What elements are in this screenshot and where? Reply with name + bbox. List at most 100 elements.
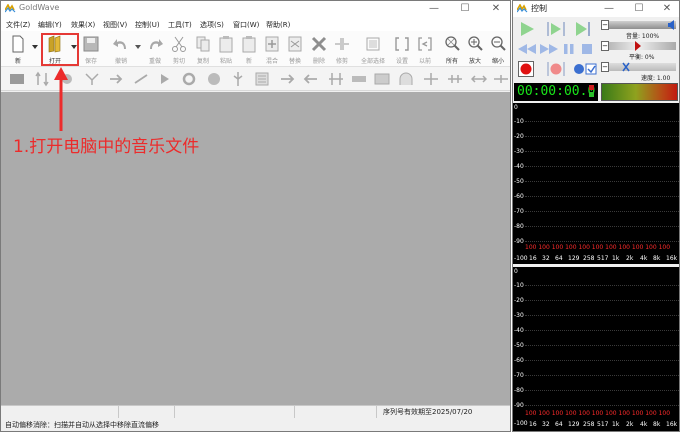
balance-thumb-icon[interactable] <box>635 41 641 51</box>
effect-filter-icon[interactable] <box>206 71 222 87</box>
scope-x-label: 16 <box>529 255 537 262</box>
fast-forward-icon[interactable] <box>538 43 560 55</box>
pause-icon[interactable] <box>563 43 575 55</box>
menu-window[interactable]: 窗口(W) <box>233 20 259 30</box>
status-cell-1 <box>1 406 119 418</box>
volume-minus-button[interactable]: − <box>601 20 609 30</box>
rewind-icon[interactable] <box>516 43 538 55</box>
scope-y-label: -30 <box>514 312 524 319</box>
monitor-options-icon[interactable] <box>573 61 597 77</box>
menu-view[interactable]: 视图(V) <box>103 20 127 30</box>
speed-slider[interactable]: − <box>601 62 676 72</box>
effect-volume-icon[interactable] <box>374 71 390 87</box>
maximize-button[interactable]: ☐ <box>457 2 473 16</box>
scope-y-label: -80 <box>514 387 524 394</box>
zoom-in-icon <box>468 36 483 51</box>
scope-y-label: -70 <box>514 208 524 215</box>
new-file-icon <box>12 35 24 53</box>
effect-gear-icon[interactable] <box>181 71 197 87</box>
redo-button[interactable]: 重做 <box>144 31 166 67</box>
status-bar: 序列号有效期至2025/07/20 自动偏移消除：扫描并自动从选择中移除直流偏移 <box>1 405 510 431</box>
status-cell-2 <box>119 406 175 418</box>
save-button[interactable]: 保存 <box>80 31 102 67</box>
set-bracket-icon <box>395 37 409 51</box>
scope-y-label: -80 <box>514 223 524 230</box>
play-to-end-icon[interactable] <box>574 21 592 37</box>
effect-silence-icon[interactable] <box>423 71 439 87</box>
scope-x-label: 16k <box>666 255 678 262</box>
new-dropdown-icon[interactable] <box>32 45 38 49</box>
control-minimize-button[interactable]: — <box>601 2 617 16</box>
select-all-icon <box>366 37 380 51</box>
effect-split-icon[interactable] <box>447 71 463 87</box>
speed-thumb-icon[interactable] <box>622 62 630 72</box>
control-maximize-button[interactable]: ☐ <box>631 2 647 16</box>
annotation-text: 1.打开电脑中的音乐文件 <box>13 137 200 157</box>
copy-icon <box>196 36 210 52</box>
scope-x-label: 517 <box>597 421 609 428</box>
speed-label: 速度: 1.00 <box>641 75 671 82</box>
effect-pitch-icon[interactable] <box>351 71 367 87</box>
effect-reverse-icon[interactable] <box>303 71 319 87</box>
scope-x-label: 129 <box>568 255 580 262</box>
play-icon[interactable] <box>518 21 536 37</box>
effect-direction-icon[interactable] <box>108 71 124 87</box>
volume-slider[interactable]: − <box>601 20 676 30</box>
cut-button[interactable]: 剪切 <box>168 31 190 67</box>
zoom-out-button[interactable]: 缩小 <box>487 31 509 67</box>
close-button[interactable]: ✕ <box>488 2 504 16</box>
speed-minus-button[interactable]: − <box>601 62 609 72</box>
scope-x-label: 16k <box>666 421 678 428</box>
stop-icon[interactable] <box>581 43 593 55</box>
effect-mono-icon[interactable] <box>84 71 100 87</box>
record-icon[interactable] <box>518 61 534 77</box>
effect-resize-icon[interactable] <box>34 71 50 87</box>
menu-help[interactable]: 帮助(R) <box>266 20 290 30</box>
play-selection-icon[interactable] <box>546 21 566 37</box>
zoom-out-label: 缩小 <box>491 58 504 65</box>
control-title-bar: 控制 — ☐ ✕ <box>513 1 679 17</box>
undo-button[interactable]: 撤销 <box>110 31 132 67</box>
new-label: 新 <box>14 58 21 65</box>
replace-button[interactable]: 替换 <box>284 31 306 67</box>
new-button[interactable]: 新 <box>7 31 29 67</box>
menu-effects[interactable]: 效果(X) <box>71 20 95 30</box>
menu-file[interactable]: 文件(Z) <box>6 20 30 30</box>
effect-noise-icon[interactable] <box>493 71 509 87</box>
effects-toolbar <box>1 67 510 91</box>
zoom-all-magnifier-icon <box>445 36 460 51</box>
menu-tools[interactable]: 工具(T) <box>168 20 192 30</box>
effect-invert-icon[interactable] <box>328 71 344 87</box>
spectrum-scope-top: 0 -10 -20 -30 -40 -50 -60 -70 -80 -90 -1… <box>513 103 679 264</box>
effect-wave-icon[interactable] <box>9 71 25 87</box>
open-button-highlight <box>41 33 79 66</box>
effect-arch-icon[interactable] <box>398 71 414 87</box>
undo-dropdown-icon[interactable] <box>135 45 141 49</box>
select-all-button[interactable]: 全部选择 <box>361 31 385 67</box>
menu-control[interactable]: 控制(U) <box>135 20 160 30</box>
menu-edit[interactable]: 编辑(Y) <box>38 20 62 30</box>
balance-minus-button[interactable]: − <box>601 41 609 51</box>
effect-stretch-icon[interactable] <box>471 71 487 87</box>
effect-compress-icon[interactable] <box>230 71 246 87</box>
menu-options[interactable]: 选项(S) <box>200 20 224 30</box>
minimize-button[interactable]: — <box>426 2 442 16</box>
speaker-icon[interactable] <box>667 20 677 30</box>
annotation-arrow-icon <box>54 67 68 131</box>
control-close-button[interactable]: ✕ <box>659 2 675 16</box>
previous-button[interactable]: 以前 <box>414 31 436 67</box>
window-title: GoldWave <box>19 3 60 12</box>
volume-track <box>601 21 676 29</box>
time-display: 00:00:00.0 <box>514 83 598 101</box>
status-serial-text: 序列号有效期至2025/07/20 <box>383 408 473 416</box>
effect-fade-icon[interactable] <box>133 71 149 87</box>
timer-record-indicator <box>589 85 594 90</box>
effect-forward-icon[interactable] <box>279 71 295 87</box>
effect-doppler-icon[interactable] <box>157 71 173 87</box>
effect-eq-icon[interactable] <box>254 71 270 87</box>
record-selection-icon[interactable] <box>547 61 565 77</box>
level-meter <box>601 83 678 101</box>
zoom-out-icon <box>491 36 506 51</box>
trim-button[interactable]: 修剪 <box>331 31 353 67</box>
scope-y-label: -70 <box>514 372 524 379</box>
